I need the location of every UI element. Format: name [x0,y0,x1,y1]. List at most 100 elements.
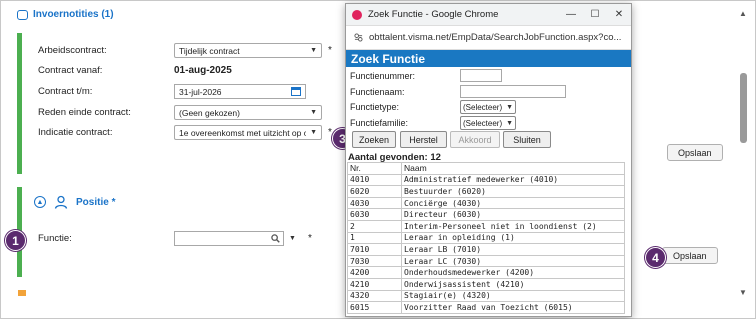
chevron-down-icon[interactable]: ▼ [289,235,296,242]
row-functiefamilie: Functiefamilie: (Selecteer) ▼ [350,116,517,130]
search-icon[interactable] [271,234,280,243]
scroll-down-icon[interactable]: ▼ [739,288,747,297]
cell-naam[interactable]: Leraar LB (7010) [401,243,625,256]
step-badge-1: 1 [5,230,26,251]
browser-logo-icon [352,9,362,20]
functiefamilie-value: (Selecteer) [463,118,503,128]
functietype-label: Functietype: [350,102,400,112]
arbeidscontract-select[interactable]: Tijdelijk contract ▼ [174,43,322,58]
cell-naam[interactable]: Onderwijsassistent (4210) [401,277,625,291]
popup-titlebar[interactable]: Zoek Functie - Google Chrome — ☐ ✕ [346,4,631,26]
cell-naam[interactable]: Stagiair(e) (4320) [401,289,625,303]
row-functienaam: Functienaam: [350,85,566,98]
table-row[interactable]: 4200 Onderhoudsmedewerker (4200) [347,266,625,279]
functietype-select[interactable]: (Selecteer) ▼ [460,100,517,114]
status-square [18,290,26,296]
cell-naam[interactable]: Leraar LC (7030) [401,254,625,268]
app-frame: Invoernotities (1) Arbeidscontract: Tijd… [0,0,756,319]
notes-header[interactable]: Invoernotities (1) [17,9,114,20]
required-mark: * [328,45,332,56]
cell-naam[interactable]: Onderhoudsmedewerker (4200) [401,266,625,279]
functiefamilie-select[interactable]: (Selecteer) ▼ [460,116,517,130]
results-table: Nr. Naam 4010 Administratief medewerker (… [347,162,625,314]
cell-naam[interactable]: Administratief medewerker (4010) [401,173,625,187]
functienummer-input[interactable] [460,69,502,82]
tm-label: Contract t/m: [38,86,93,97]
cell-nr[interactable]: 4010 [347,173,402,187]
cell-naam[interactable]: Interim-Personeel niet in loondienst (2) [401,219,625,233]
table-row[interactable]: 4320 Stagiair(e) (4320) [347,289,625,303]
chevron-up-icon[interactable]: ▲ [34,196,46,208]
page-scrollbar[interactable]: ▲ ▼ [739,9,749,299]
cell-nr[interactable]: 4030 [347,196,402,210]
save-button-contract[interactable]: Opslaan [667,144,723,161]
minimize-icon[interactable]: — [559,9,583,20]
indicatie-value: 1e overeenkomst met uitzicht op onb [179,127,307,138]
cell-nr[interactable]: 4200 [347,266,402,279]
functienaam-input[interactable] [460,85,566,98]
cell-nr[interactable]: 2 [347,219,402,233]
calendar-icon[interactable] [291,87,301,96]
scroll-up-icon[interactable]: ▲ [739,9,747,18]
functietype-value: (Selecteer) [463,102,503,112]
popup-urlbar[interactable]: obttalent.visma.net/EmpData/SearchJobFun… [346,26,631,50]
cell-naam[interactable]: Directeur (6030) [401,208,625,221]
cell-nr[interactable]: 4320 [347,289,402,303]
row-vanaf: Contract vanaf: 01-aug-2025 [38,65,232,76]
table-header-row: Nr. Naam [347,162,625,175]
row-functie: Functie: ▼ * [38,231,312,246]
close-icon[interactable]: ✕ [607,9,631,20]
table-row[interactable]: 4210 Onderwijsassistent (4210) [347,277,625,291]
positie-header[interactable]: ▲ Positie * [34,195,115,209]
comment-icon [17,9,28,20]
chevron-down-icon: ▼ [310,129,317,136]
functienaam-label: Functienaam: [350,86,405,97]
cell-nr[interactable]: 6020 [347,185,402,198]
cell-nr[interactable]: 7030 [347,254,402,268]
cell-nr[interactable]: 7010 [347,243,402,256]
herstel-button[interactable]: Herstel [400,131,447,148]
functie-search-input[interactable] [174,231,284,246]
notes-title: Invoernotities (1) [33,9,114,20]
indicatie-select[interactable]: 1e overeenkomst met uitzicht op onb ▼ [174,125,322,140]
required-mark: * [307,233,312,244]
cell-naam[interactable]: Conciërge (4030) [401,196,625,210]
scroll-thumb[interactable] [740,73,747,143]
cell-nr[interactable]: 4210 [347,277,402,291]
chevron-down-icon: ▼ [506,103,514,111]
zoeken-button[interactable]: Zoeken [352,131,396,148]
maximize-icon[interactable]: ☐ [583,9,607,20]
positie-title: Positie * [76,196,116,208]
vanaf-value: 01-aug-2025 [174,65,232,76]
table-row[interactable]: 7030 Leraar LC (7030) [347,254,625,268]
site-info-icon[interactable] [354,33,363,42]
table-row[interactable]: 6030 Directeur (6030) [347,208,625,221]
step-badge-4: 4 [645,247,666,268]
sluiten-button[interactable]: Sluiten [503,131,551,148]
cell-nr[interactable]: 6030 [347,208,402,221]
row-reden: Reden einde contract: (Geen gekozen) ▼ [38,105,322,120]
reden-select[interactable]: (Geen gekozen) ▼ [174,105,322,120]
functienummer-label: Functienummer: [350,70,416,81]
table-row[interactable]: 6015 Voorzitter Raad van Toezicht (6015) [347,301,625,314]
save-button-positie[interactable]: Opslaan [662,247,718,264]
table-row[interactable]: 4010 Administratief medewerker (4010) [347,173,625,187]
table-row[interactable]: 1 Leraar in opleiding (1) [347,231,625,245]
cell-naam[interactable]: Bestuurder (6020) [401,185,625,198]
cell-naam[interactable]: Voorzitter Raad van Toezicht (6015) [401,301,625,314]
column-header-nr: Nr. [347,162,402,175]
popup-window-title: Zoek Functie - Google Chrome [368,9,499,20]
table-row[interactable]: 6020 Bestuurder (6020) [347,185,625,198]
row-tm: Contract t/m: 31-jul-2026 [38,84,306,99]
indicatie-label: Indicatie contract: [38,127,113,138]
popup-url: obttalent.visma.net/EmpData/SearchJobFun… [369,32,622,43]
cell-naam[interactable]: Leraar in opleiding (1) [401,231,625,245]
table-row[interactable]: 7010 Leraar LB (7010) [347,243,625,256]
cell-nr[interactable]: 1 [347,231,402,245]
table-row[interactable]: 2 Interim-Personeel niet in loondienst (2… [347,219,625,233]
table-row[interactable]: 4030 Conciërge (4030) [347,196,625,210]
functie-label: Functie: [38,233,72,244]
cell-nr[interactable]: 6015 [347,301,402,314]
akkoord-button[interactable]: Akkoord [450,131,500,148]
tm-date-input[interactable]: 31-jul-2026 [174,84,306,99]
